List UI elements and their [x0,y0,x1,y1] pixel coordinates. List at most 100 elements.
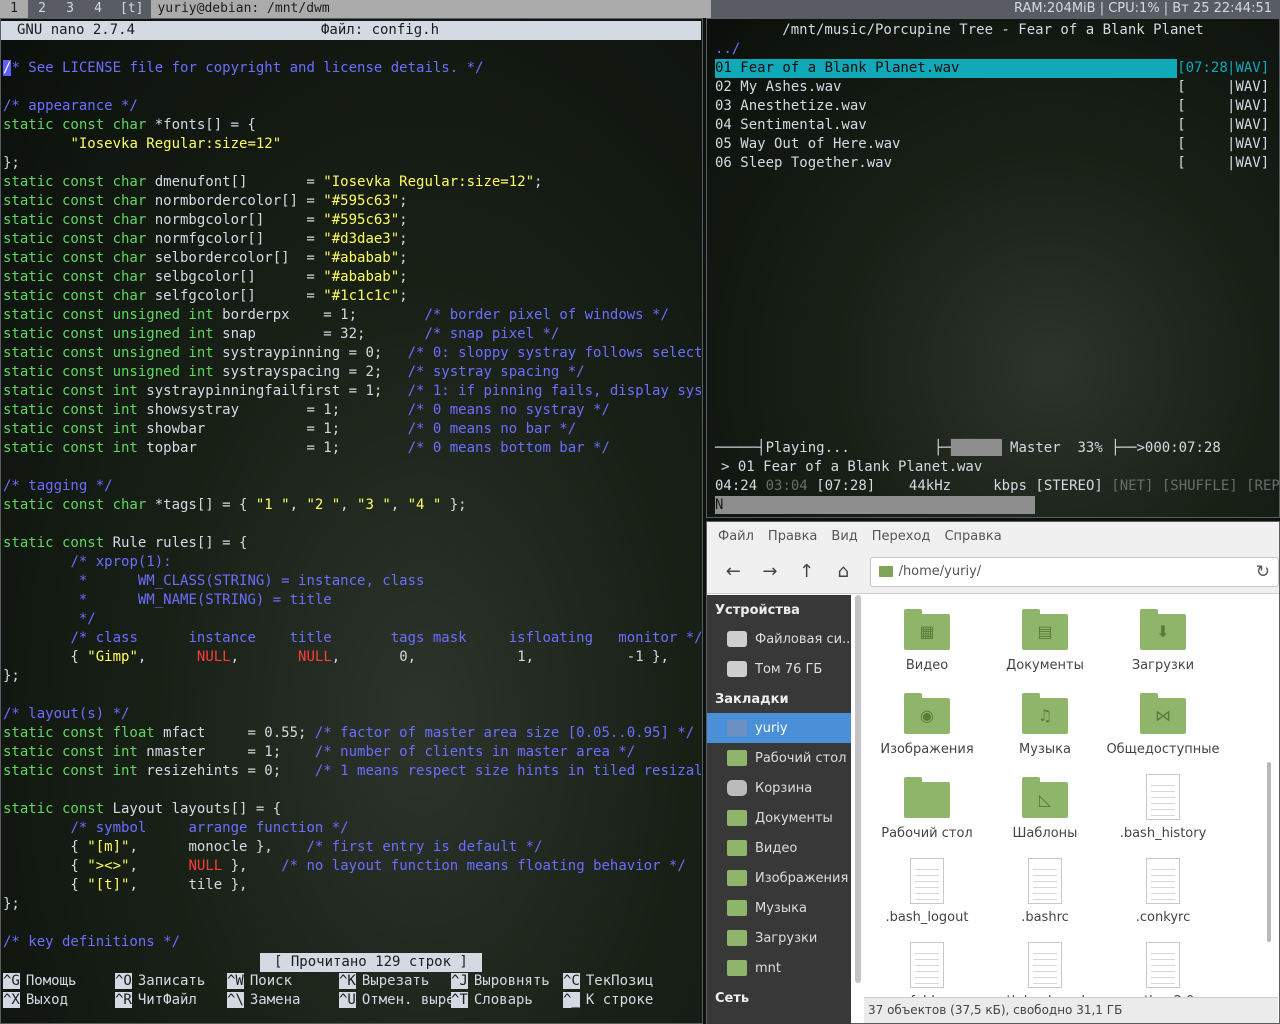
shortcut-item[interactable]: ^R ЧитФайл [115,991,227,1010]
shortcut-item[interactable]: ^_ К строке [563,991,675,1010]
file-item[interactable]: .bash_logout [868,847,986,931]
folder-item[interactable]: ◺ Шаблоны [986,763,1104,847]
track-row[interactable]: 06 Sleep Together.wav [|WAV] [715,154,1270,173]
tag-3[interactable]: 3 [56,0,84,18]
file-item[interactable]: .fehbg [868,931,986,999]
sidebar-scrollbar[interactable] [855,595,861,983]
sidebar-item[interactable]: Документы [707,803,851,833]
shortcut-item[interactable]: ^C ТекПозиц [563,972,675,991]
sidebar-item[interactable]: Файловая си... [707,624,851,654]
track-time: [ [1177,98,1186,114]
shortcut-label: К строке [585,992,654,1008]
menu-item[interactable]: Справка [937,529,1008,544]
track-format: |WAV] [1227,155,1270,171]
layout-indicator[interactable]: [t] [112,0,151,18]
nano-titlebar: GNU nano 2.7.4 Файл: config.h [1,21,701,40]
menu-item[interactable]: Правка [761,529,824,544]
code-token: /* xprop(1): [70,554,172,570]
shortcut-key: ^_ [563,992,580,1008]
folder-item[interactable]: Рабочий стол [868,763,986,847]
shortcut-item[interactable]: ^\ Замена [227,991,339,1010]
nano-filename: Файл: config.h [321,22,440,38]
progress-mark: N [715,497,724,513]
code-token: , [390,497,408,513]
sidebar-item[interactable]: Музыка [707,893,851,923]
track-row[interactable]: 01 Fear of a Blank Planet.wav [07:28 |WAV] [715,59,1269,78]
file-item[interactable]: .gtkrc-2.0 [1104,931,1222,999]
shortcut-item[interactable]: ^G Помощь [3,972,115,991]
folder-icon [727,840,747,856]
editor-buffer[interactable]: /* See LICENSE file for copyright and li… [3,59,701,952]
shortcut-item[interactable]: ^X Выход [3,991,115,1010]
forward-icon[interactable]: → [752,561,789,582]
nano-terminal[interactable]: GNU nano 2.7.4 Файл: config.h /* See LIC… [0,18,703,1024]
shortcut-label: Поиск [249,973,293,989]
tag-1[interactable]: 1 [0,0,28,18]
shortcut-item[interactable]: ^T Словарь [451,991,563,1010]
menu-item[interactable]: Вид [824,529,864,544]
shortcut-label: Записать [137,973,206,989]
folder-item[interactable]: ⋈ Общедоступные [1104,679,1222,763]
track-row[interactable]: 03 Anesthetize.wav [|WAV] [715,97,1269,116]
shortcut-item[interactable]: ^O Записать [115,972,227,991]
sidebar-item[interactable]: Изображения [707,863,851,893]
file-item[interactable]: .conkyrc [1104,847,1222,931]
folder-item[interactable]: ♫ Музыка [986,679,1104,763]
sidebar-item-label: Музыка [755,900,807,916]
shortcut-item[interactable]: ^W Поиск [227,972,339,991]
track-title: 05 Way Out of Here.wav [715,136,901,152]
folder-item[interactable]: ▤ Документы [986,595,1104,679]
code-token: ; [399,288,408,304]
code-line: "Iosevka Regular:size=12" [3,135,701,154]
home-icon[interactable]: ⌂ [825,561,862,582]
shortcut-item[interactable]: ^K Вырезать [339,972,451,991]
code-token: ; [534,174,543,190]
code-token: resizehints = 0; [146,763,315,779]
code-token: /* 0 means bottom bar */ [407,440,610,456]
sidebar-item[interactable]: yuriy [707,713,851,743]
track-time: [ [1177,79,1186,95]
menu-item[interactable]: Переход [865,529,938,544]
code-token: systrayspacing = 2; [222,364,408,380]
track-row[interactable]: 04 Sentimental.wav [|WAV] [715,116,1269,135]
menu-item[interactable]: Файл [711,529,761,544]
folder-item[interactable]: ⬇ Загрузки [1104,595,1222,679]
folder-item[interactable]: ▦ Видео [868,595,986,679]
shortcut-item[interactable]: ^J Выровнять [451,972,563,991]
grid-scrollbar[interactable] [1267,762,1271,942]
code-line: static const char normfgcolor[] = "#d3da… [3,230,701,249]
sidebar-item[interactable]: Корзина [707,773,851,803]
file-item[interactable]: .bashrc [986,847,1104,931]
track-row[interactable]: 02 My Ashes.wav [|WAV] [715,78,1269,97]
location-bar[interactable]: /home/yuriy/ ↻ [869,556,1280,587]
playback-flags: [NET] [SHUFFLE] [REPEAT] [1111,478,1280,494]
sidebar-item[interactable]: Загрузки [707,923,851,953]
parent-dir-entry[interactable]: ../ [715,40,740,59]
sidebar-item[interactable]: mnt [707,953,851,983]
back-icon[interactable]: ← [715,561,752,582]
progress-bar[interactable]: N [715,496,1035,514]
item-label: Рабочий стол [881,826,973,841]
track-row[interactable]: 05 Way Out of Here.wav [|WAV] [715,135,1269,154]
code-token: /* tagging */ [3,478,113,494]
tag-4[interactable]: 4 [84,0,112,18]
file-item[interactable]: .gtk-bookmarks [986,931,1104,999]
volume-bar[interactable]: ██████ [951,440,1002,456]
shortcut-item[interactable]: ^U Отмен. выре [339,991,451,1010]
code-token: * See LICENSE file for copyright and lic… [11,60,484,76]
file-item[interactable]: .bash_history [1104,763,1222,847]
tag-2[interactable]: 2 [28,0,56,18]
code-token: /* first entry is default */ [306,839,543,855]
folder-item[interactable]: ◉ Изображения [868,679,986,763]
code-token: ; [399,250,408,266]
folder-icon: ▦ [904,609,950,650]
up-icon[interactable]: ↑ [788,561,825,582]
sidebar-item[interactable]: Том 76 ГБ [707,654,851,684]
ncmpcpp-terminal[interactable]: /mnt/music/Porcupine Tree - Fear of a Bl… [706,18,1280,518]
code-token: static const char [3,193,155,209]
sidebar-item[interactable]: Видео [707,833,851,863]
reload-icon[interactable]: ↻ [1256,562,1270,582]
sidebar-item[interactable]: Рабочий стол [707,743,851,773]
